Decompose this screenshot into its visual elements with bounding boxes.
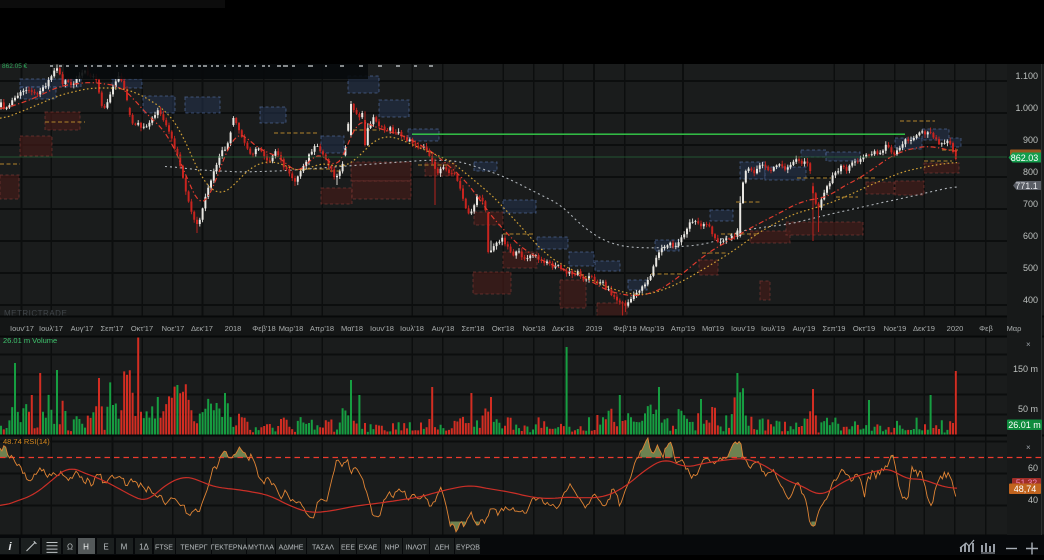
svg-text:862.05 €: 862.05 € [2, 63, 28, 70]
svg-text:900: 900 [1023, 135, 1038, 145]
svg-text:Ιουν'17: Ιουν'17 [10, 324, 34, 333]
svg-text:ΝΗΡ: ΝΗΡ [385, 545, 400, 552]
svg-text:2018: 2018 [225, 324, 242, 333]
svg-text:Μ: Μ [121, 543, 128, 552]
svg-text:Μαϊ'18: Μαϊ'18 [341, 324, 363, 333]
svg-text:Αυγ'19: Αυγ'19 [793, 324, 816, 333]
svg-text:1.100: 1.100 [1015, 71, 1038, 81]
svg-text:Αυγ'17: Αυγ'17 [71, 324, 94, 333]
svg-text:Σεπ'18: Σεπ'18 [462, 324, 485, 333]
svg-text:40: 40 [1028, 495, 1038, 505]
svg-text:Ιουν'19: Ιουν'19 [731, 324, 755, 333]
svg-text:Αυγ'18: Αυγ'18 [432, 324, 455, 333]
svg-text:Νοε'17: Νοε'17 [162, 324, 185, 333]
svg-text:Απρ'19: Απρ'19 [671, 324, 695, 333]
svg-text:500: 500 [1023, 263, 1038, 273]
svg-text:700: 700 [1023, 199, 1038, 209]
svg-text:Σεπ'19: Σεπ'19 [823, 324, 846, 333]
svg-text:862.03: 862.03 [1011, 153, 1039, 163]
svg-text:800: 800 [1023, 167, 1038, 177]
svg-text:FTSE: FTSE [155, 545, 173, 552]
svg-text:ΕΧΑΕ: ΕΧΑΕ [359, 545, 378, 552]
svg-text:ΙΝΛΟΤ: ΙΝΛΟΤ [405, 545, 427, 552]
svg-text:Ιουλ'18: Ιουλ'18 [400, 324, 424, 333]
svg-text:Μαρ'19: Μαρ'19 [640, 324, 665, 333]
svg-text:ΕΥΡΩΒ: ΕΥΡΩΒ [456, 545, 480, 552]
svg-text:Μαρ'18: Μαρ'18 [279, 324, 304, 333]
svg-text:Δεκ'18: Δεκ'18 [552, 324, 574, 333]
svg-text:Φεβ'19: Φεβ'19 [613, 324, 636, 333]
svg-text:Ιουλ'17: Ιουλ'17 [39, 324, 63, 333]
svg-text:Φεβ'18: Φεβ'18 [252, 324, 275, 333]
svg-text:ΕΕΕ: ΕΕΕ [341, 545, 355, 552]
svg-text:Ιουλ'19: Ιουλ'19 [761, 324, 785, 333]
svg-text:ΜΥΤΙΛΑ: ΜΥΤΙΛΑ [248, 545, 274, 552]
svg-text:Οκτ'19: Οκτ'19 [853, 324, 875, 333]
svg-text:2020: 2020 [947, 324, 964, 333]
svg-text:Ω: Ω [67, 543, 73, 552]
svg-text:48,74: 48,74 [1014, 484, 1037, 494]
svg-text:48.74 RSI(14): 48.74 RSI(14) [3, 437, 50, 446]
svg-text:ΔΕΗ: ΔΕΗ [435, 545, 449, 552]
svg-text:ΤΑΣΑΛ: ΤΑΣΑΛ [312, 545, 334, 552]
svg-text:×: × [1026, 340, 1031, 349]
svg-text:ΑΔΜΗΕ: ΑΔΜΗΕ [279, 545, 304, 552]
svg-text:Η: Η [83, 543, 89, 552]
svg-text:1.000: 1.000 [1015, 103, 1038, 113]
svg-text:Ιουν'18: Ιουν'18 [370, 324, 394, 333]
svg-text:Φεβ: Φεβ [979, 324, 993, 333]
svg-text:Νοε'19: Νοε'19 [884, 324, 907, 333]
svg-text:2019: 2019 [586, 324, 603, 333]
svg-text:ΓΕΚΤΕΡΝΑ: ΓΕΚΤΕΡΝΑ [211, 545, 248, 552]
svg-text:Μαρ: Μαρ [1007, 324, 1022, 333]
svg-text:Οκτ'17: Οκτ'17 [131, 324, 153, 333]
svg-text:50 m: 50 m [1018, 404, 1038, 414]
svg-text:Οκτ'18: Οκτ'18 [492, 324, 514, 333]
svg-text:600: 600 [1023, 231, 1038, 241]
svg-text:26.01 m: 26.01 m [1008, 420, 1041, 430]
svg-text:Νοε'18: Νοε'18 [523, 324, 546, 333]
svg-text:Μαϊ'19: Μαϊ'19 [702, 324, 724, 333]
svg-text:60: 60 [1028, 463, 1038, 473]
svg-text:Σεπ'17: Σεπ'17 [101, 324, 124, 333]
svg-text:Δεκ'17: Δεκ'17 [191, 324, 213, 333]
svg-text:400: 400 [1023, 295, 1038, 305]
svg-text:150 m: 150 m [1013, 364, 1038, 374]
svg-text:Ε: Ε [103, 543, 108, 552]
svg-text:Απρ'18: Απρ'18 [310, 324, 334, 333]
svg-text:Δεκ'19: Δεκ'19 [913, 324, 935, 333]
svg-text:771.1: 771.1 [1015, 181, 1038, 191]
svg-text:1Δ: 1Δ [139, 543, 149, 552]
svg-text:×: × [1026, 443, 1031, 452]
svg-text:ΤΕΝΕΡΓ: ΤΕΝΕΡΓ [180, 545, 207, 552]
